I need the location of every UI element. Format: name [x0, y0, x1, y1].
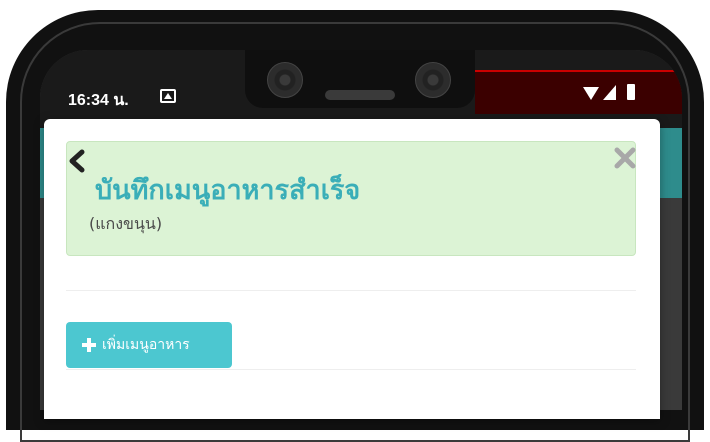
close-button[interactable] [613, 146, 637, 170]
chevron-left-icon [69, 149, 85, 173]
earpiece-speaker [325, 90, 395, 100]
back-button[interactable] [67, 148, 91, 176]
add-menu-label: เพิ่มเมนูอาหาร [102, 337, 190, 353]
front-camera-right [415, 62, 451, 98]
divider-top [66, 290, 636, 291]
plus-icon [82, 338, 96, 352]
front-camera-left [267, 62, 303, 98]
dialog-subtitle: (แกงขนุน) [89, 214, 163, 233]
add-menu-button[interactable]: เพิ่มเมนูอาหาร [66, 322, 232, 368]
status-bar: 16:34 น. [40, 50, 682, 128]
divider-bottom [66, 369, 636, 370]
battery-icon [627, 84, 635, 100]
signal-icon [603, 85, 616, 100]
wifi-icon [583, 87, 599, 100]
dialog-title: บันทึกเมนูอาหารสำเร็จ [95, 175, 361, 206]
success-dialog: บันทึกเมนูอาหารสำเร็จ (แกงขนุน) เพิ่มเมน… [44, 119, 660, 419]
success-alert: บันทึกเมนูอาหารสำเร็จ (แกงขนุน) [66, 141, 636, 256]
close-icon [614, 147, 636, 169]
camera-notch [245, 50, 475, 108]
status-icons-area [475, 70, 682, 114]
gallery-icon [160, 89, 176, 103]
status-time: 16:34 น. [68, 92, 129, 109]
